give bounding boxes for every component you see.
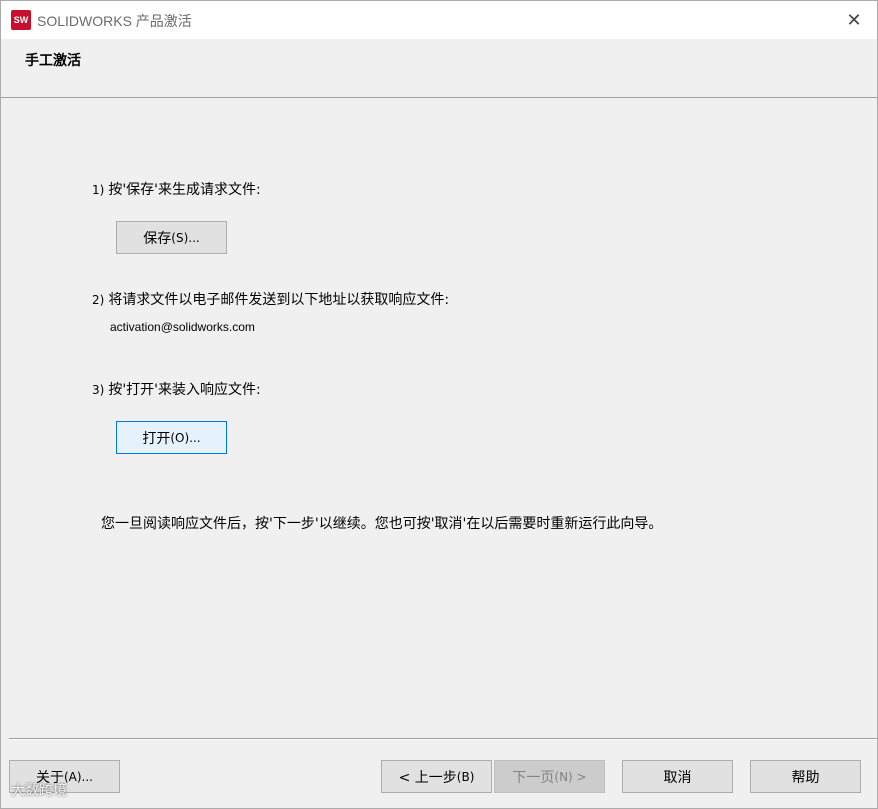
page-header: 手工激活 [1,39,877,98]
back-button[interactable]: < 上一步 (B) [381,760,492,793]
step-3-label: 3) 按'打开'来装入响应文件: [92,382,261,398]
open-button[interactable]: 打开 (O)... [116,421,227,454]
title-bar: SW SOLIDWORKS 产品激活 ✕ [1,1,877,39]
footer-divider-highlight [9,739,877,740]
activation-email: activation@solidworks.com [110,320,255,334]
window-title: SOLIDWORKS 产品激活 [37,13,192,29]
next-button[interactable]: 下一页 (N) > [494,760,605,793]
activation-dialog: SW SOLIDWORKS 产品激活 ✕ 手工激活 1) 按'保存'来生成请求文件… [0,0,878,809]
page-title: 手工激活 [25,53,81,69]
help-button[interactable]: 帮助 [750,760,861,793]
step-2-label: 2) 将请求文件以电子邮件发送到以下地址以获取响应文件: [92,292,450,308]
instructions-note: 您一旦阅读响应文件后，按'下一步'以继续。您也可按'取消'在以后需要时重新运行此… [101,516,663,532]
save-button[interactable]: 保存 (S)... [116,221,227,254]
watermark-text: 大数跨境 [11,783,67,799]
close-icon[interactable]: ✕ [831,1,877,39]
cancel-button[interactable]: 取消 [622,760,733,793]
step-1-label: 1) 按'保存'来生成请求文件: [92,182,261,198]
content-area: 1) 按'保存'来生成请求文件: 保存 (S)... 2) 将请求文件以电子邮件发送到… [1,99,877,737]
solidworks-logo-icon: SW [11,10,31,30]
